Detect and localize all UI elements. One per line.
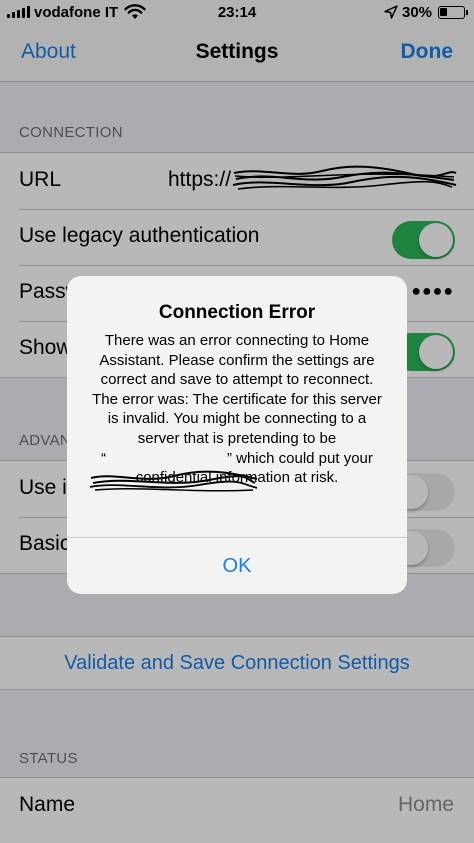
alert-ok-button[interactable]: OK — [67, 538, 407, 594]
alert-message: There was an error connecting to Home As… — [92, 332, 382, 487]
connection-error-alert: Connection Error There was an error conn… — [67, 276, 407, 594]
alert-title: Connection Error — [158, 302, 316, 323]
